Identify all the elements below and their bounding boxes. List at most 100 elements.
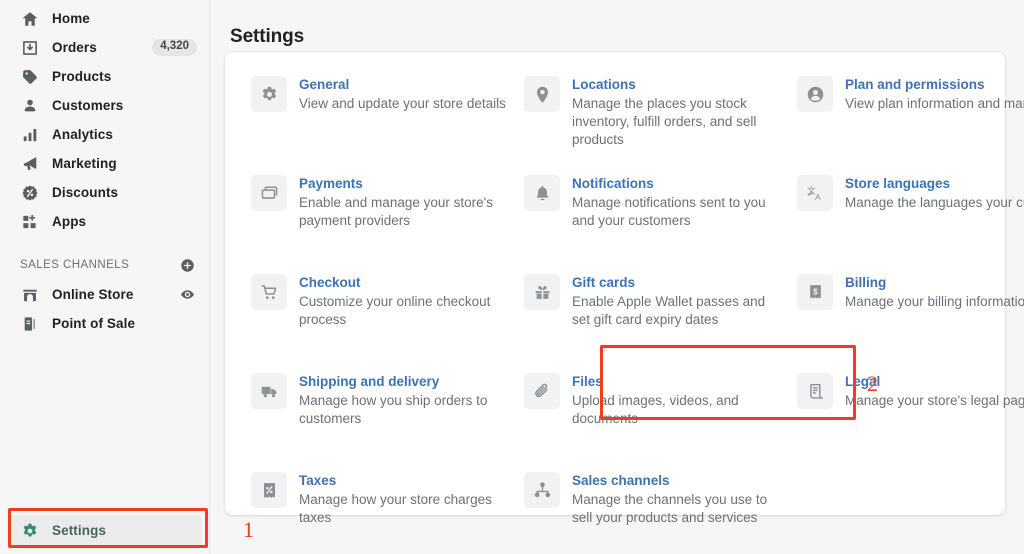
sidebar-item-label: Marketing: [52, 156, 117, 171]
settings-grid-empty-cell: [797, 470, 1024, 554]
sidebar-item-discounts[interactable]: Discounts: [8, 178, 201, 207]
page-title: Settings: [230, 25, 305, 47]
settings-card-title[interactable]: Checkout: [299, 274, 510, 292]
person-circle-icon: [797, 76, 833, 112]
settings-card-description: Manage how your store charges taxes: [299, 492, 492, 525]
settings-card-description: Upload images, videos, and documents: [572, 393, 739, 426]
settings-card-description: View plan information and manage what st…: [845, 96, 1024, 111]
sidebar-item-label: Analytics: [52, 127, 113, 142]
location-pin-icon: [524, 76, 560, 112]
gift-icon: [524, 274, 560, 310]
person-icon: [20, 96, 40, 116]
gear-icon: [251, 76, 287, 112]
translate-icon: 文A: [797, 175, 833, 211]
settings-card-description: View and update your store details: [299, 96, 506, 111]
orders-inbox-icon: [20, 38, 40, 58]
settings-card-body: Payments Enable and manage your store's …: [299, 173, 510, 230]
sidebar-item-analytics[interactable]: Analytics: [8, 120, 201, 149]
settings-card-body: Notifications Manage notifications sent …: [572, 173, 783, 230]
settings-card-body: Store languages Manage the languages you…: [845, 173, 1024, 212]
settings-card-taxes[interactable]: Taxes Manage how your store charges taxe…: [251, 470, 524, 554]
settings-card-title[interactable]: Locations: [572, 76, 783, 94]
main-content: Settings General View and update your st…: [210, 0, 1024, 554]
svg-text:A: A: [815, 192, 821, 202]
sidebar-item-label: Products: [52, 69, 112, 84]
settings-card-body: Checkout Customize your online checkout …: [299, 272, 510, 329]
sales-channels-section-header: SALES CHANNELS: [8, 254, 201, 276]
settings-card-description: Enable and manage your store's payment p…: [299, 195, 493, 228]
settings-card-body: Billing Manage your billing information …: [845, 272, 1024, 311]
settings-card-gift-cards[interactable]: Gift cards Enable Apple Wallet passes an…: [524, 272, 797, 371]
sales-channels-title: SALES CHANNELS: [20, 259, 130, 271]
settings-page: Home Orders 4,320 Products Customers Ana…: [0, 0, 1024, 554]
settings-card-title[interactable]: Shipping and delivery: [299, 373, 510, 391]
settings-card-panel: General View and update your store detai…: [225, 52, 1024, 525]
plus-circle-icon[interactable]: [180, 258, 195, 273]
sidebar-item-settings[interactable]: Settings: [8, 515, 202, 546]
settings-card-files[interactable]: Files Upload images, videos, and documen…: [524, 371, 797, 470]
settings-card-body: Gift cards Enable Apple Wallet passes an…: [572, 272, 783, 329]
paperclip-icon: [524, 373, 560, 409]
sidebar-item-customers[interactable]: Customers: [8, 91, 201, 120]
settings-card-title[interactable]: Legal: [845, 373, 1024, 391]
settings-card-description: Manage your billing information and view…: [845, 294, 1024, 309]
settings-card-title[interactable]: Taxes: [299, 472, 510, 490]
sidebar-item-online-store[interactable]: Online Store: [8, 280, 201, 309]
settings-card-store-languages[interactable]: 文A Store languages Manage the languages …: [797, 173, 1024, 272]
settings-card-notifications[interactable]: Notifications Manage notifications sent …: [524, 173, 797, 272]
sidebar-item-label: Settings: [52, 523, 107, 538]
channels-node-icon: [524, 472, 560, 508]
settings-card-billing[interactable]: $ Billing Manage your billing informatio…: [797, 272, 1024, 371]
sidebar-item-marketing[interactable]: Marketing: [8, 149, 201, 178]
settings-card-description: Manage notifications sent to you and you…: [572, 195, 766, 228]
active-indicator-bar: [8, 517, 11, 544]
settings-card-description: Manage the channels you use to sell your…: [572, 492, 768, 525]
sidebar-item-label: Point of Sale: [52, 316, 136, 331]
settings-card-title[interactable]: Payments: [299, 175, 510, 193]
sidebar-item-orders[interactable]: Orders 4,320: [8, 33, 201, 62]
sidebar-item-point-of-sale[interactable]: Point of Sale: [8, 309, 201, 338]
eye-icon[interactable]: [179, 287, 195, 303]
settings-card-title[interactable]: Sales channels: [572, 472, 783, 490]
discount-percent-icon: [20, 183, 40, 203]
settings-card-title[interactable]: Files: [572, 373, 783, 391]
settings-card-locations[interactable]: Locations Manage the places you stock in…: [524, 74, 797, 173]
settings-card-title[interactable]: Billing: [845, 274, 1024, 292]
settings-card-title[interactable]: Gift cards: [572, 274, 783, 292]
receipt-dollar-icon: $: [797, 274, 833, 310]
settings-card-description: Enable Apple Wallet passes and set gift …: [572, 294, 766, 327]
tag-icon: [20, 67, 40, 87]
settings-card-payments[interactable]: Payments Enable and manage your store's …: [251, 173, 524, 272]
settings-card-title[interactable]: Plan and permissions: [845, 76, 1024, 94]
settings-card-title[interactable]: Store languages: [845, 175, 1024, 193]
legal-scroll-icon: [797, 373, 833, 409]
settings-card-plan-and-permissions[interactable]: Plan and permissions View plan informati…: [797, 74, 1024, 173]
settings-card-description: Manage your store's legal pages: [845, 393, 1024, 408]
storefront-icon: [20, 285, 40, 305]
sidebar-item-label: Home: [52, 11, 90, 26]
settings-card-sales-channels[interactable]: Sales channels Manage the channels you u…: [524, 470, 797, 554]
sidebar-item-label: Discounts: [52, 185, 119, 200]
settings-card-legal[interactable]: Legal Manage your store's legal pages: [797, 371, 1024, 470]
sidebar-item-products[interactable]: Products: [8, 62, 201, 91]
settings-card-body: Files Upload images, videos, and documen…: [572, 371, 783, 428]
pos-device-icon: [20, 314, 40, 334]
settings-card-title[interactable]: General: [299, 76, 506, 94]
settings-card-shipping-and-delivery[interactable]: Shipping and delivery Manage how you shi…: [251, 371, 524, 470]
settings-card-general[interactable]: General View and update your store detai…: [251, 74, 524, 173]
sidebar-item-apps[interactable]: Apps: [8, 207, 201, 236]
settings-card-title[interactable]: Notifications: [572, 175, 783, 193]
settings-card-body: General View and update your store detai…: [299, 74, 506, 113]
settings-card-body: Shipping and delivery Manage how you shi…: [299, 371, 510, 428]
sidebar-item-home[interactable]: Home: [8, 4, 201, 33]
svg-text:$: $: [813, 287, 818, 296]
settings-card-checkout[interactable]: Checkout Customize your online checkout …: [251, 272, 524, 371]
bar-chart-icon: [20, 125, 40, 145]
megaphone-icon: [20, 154, 40, 174]
main-sidebar: Home Orders 4,320 Products Customers Ana…: [0, 0, 210, 554]
gear-icon: [20, 521, 40, 541]
settings-card-body: Sales channels Manage the channels you u…: [572, 470, 783, 527]
apps-grid-plus-icon: [20, 212, 40, 232]
credit-card-icon: [251, 175, 287, 211]
sidebar-item-label: Apps: [52, 214, 87, 229]
